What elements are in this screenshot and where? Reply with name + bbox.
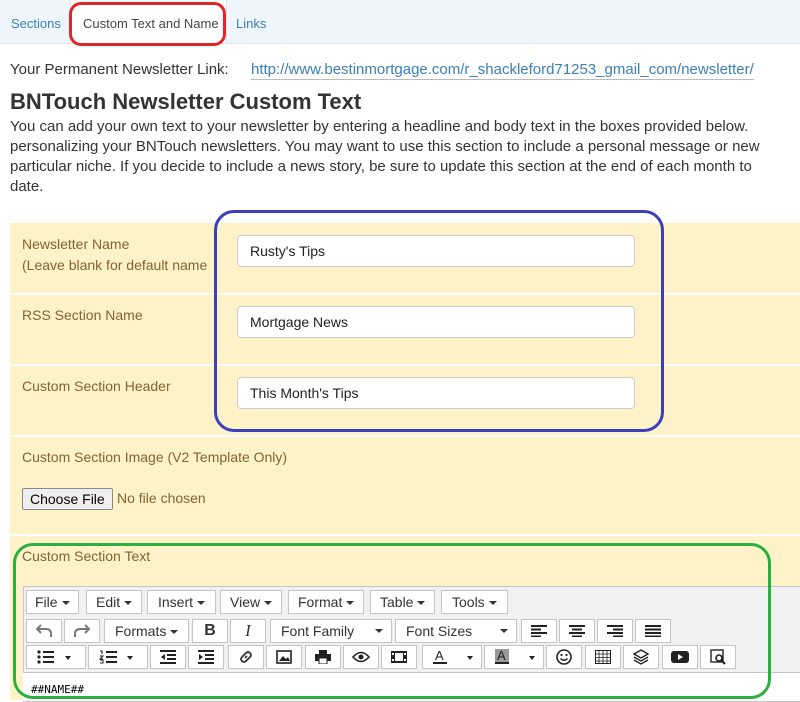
permanent-link-url[interactable]: http://www.bestinmortgage.com/r_shacklef… — [251, 61, 754, 80]
intro-line: date. — [10, 178, 44, 195]
red-highlight-outline — [69, 2, 226, 46]
page-title: BNTouch Newsletter Custom Text — [10, 89, 362, 114]
permanent-link-label: Your Permanent Newsletter Link: — [10, 61, 229, 78]
green-highlight-outline — [13, 543, 771, 699]
tab-sections[interactable]: Sections — [11, 16, 61, 31]
custom-section-image-label: Custom Section Image (V2 Template Only) — [22, 449, 288, 465]
intro-line: personalizing your BNTouch newsletters. … — [10, 138, 760, 155]
intro-line: particular niche. If you decide to inclu… — [10, 158, 752, 175]
newsletter-name-label: Newsletter Name — [22, 236, 130, 252]
rss-section-name-label: RSS Section Name — [22, 307, 143, 323]
custom-section-header-label: Custom Section Header — [22, 378, 171, 394]
row-divider — [10, 435, 800, 437]
file-status: No file chosen — [117, 490, 206, 506]
newsletter-name-sublabel: (Leave blank for default name — [22, 257, 208, 273]
tab-links[interactable]: Links — [236, 16, 266, 31]
intro-text: You can add your own text to your newsle… — [10, 117, 800, 197]
choose-file-button[interactable]: Choose File — [22, 488, 113, 510]
intro-line: You can add your own text to your newsle… — [10, 118, 749, 135]
blue-highlight-outline — [214, 210, 664, 432]
row-divider — [10, 534, 800, 536]
